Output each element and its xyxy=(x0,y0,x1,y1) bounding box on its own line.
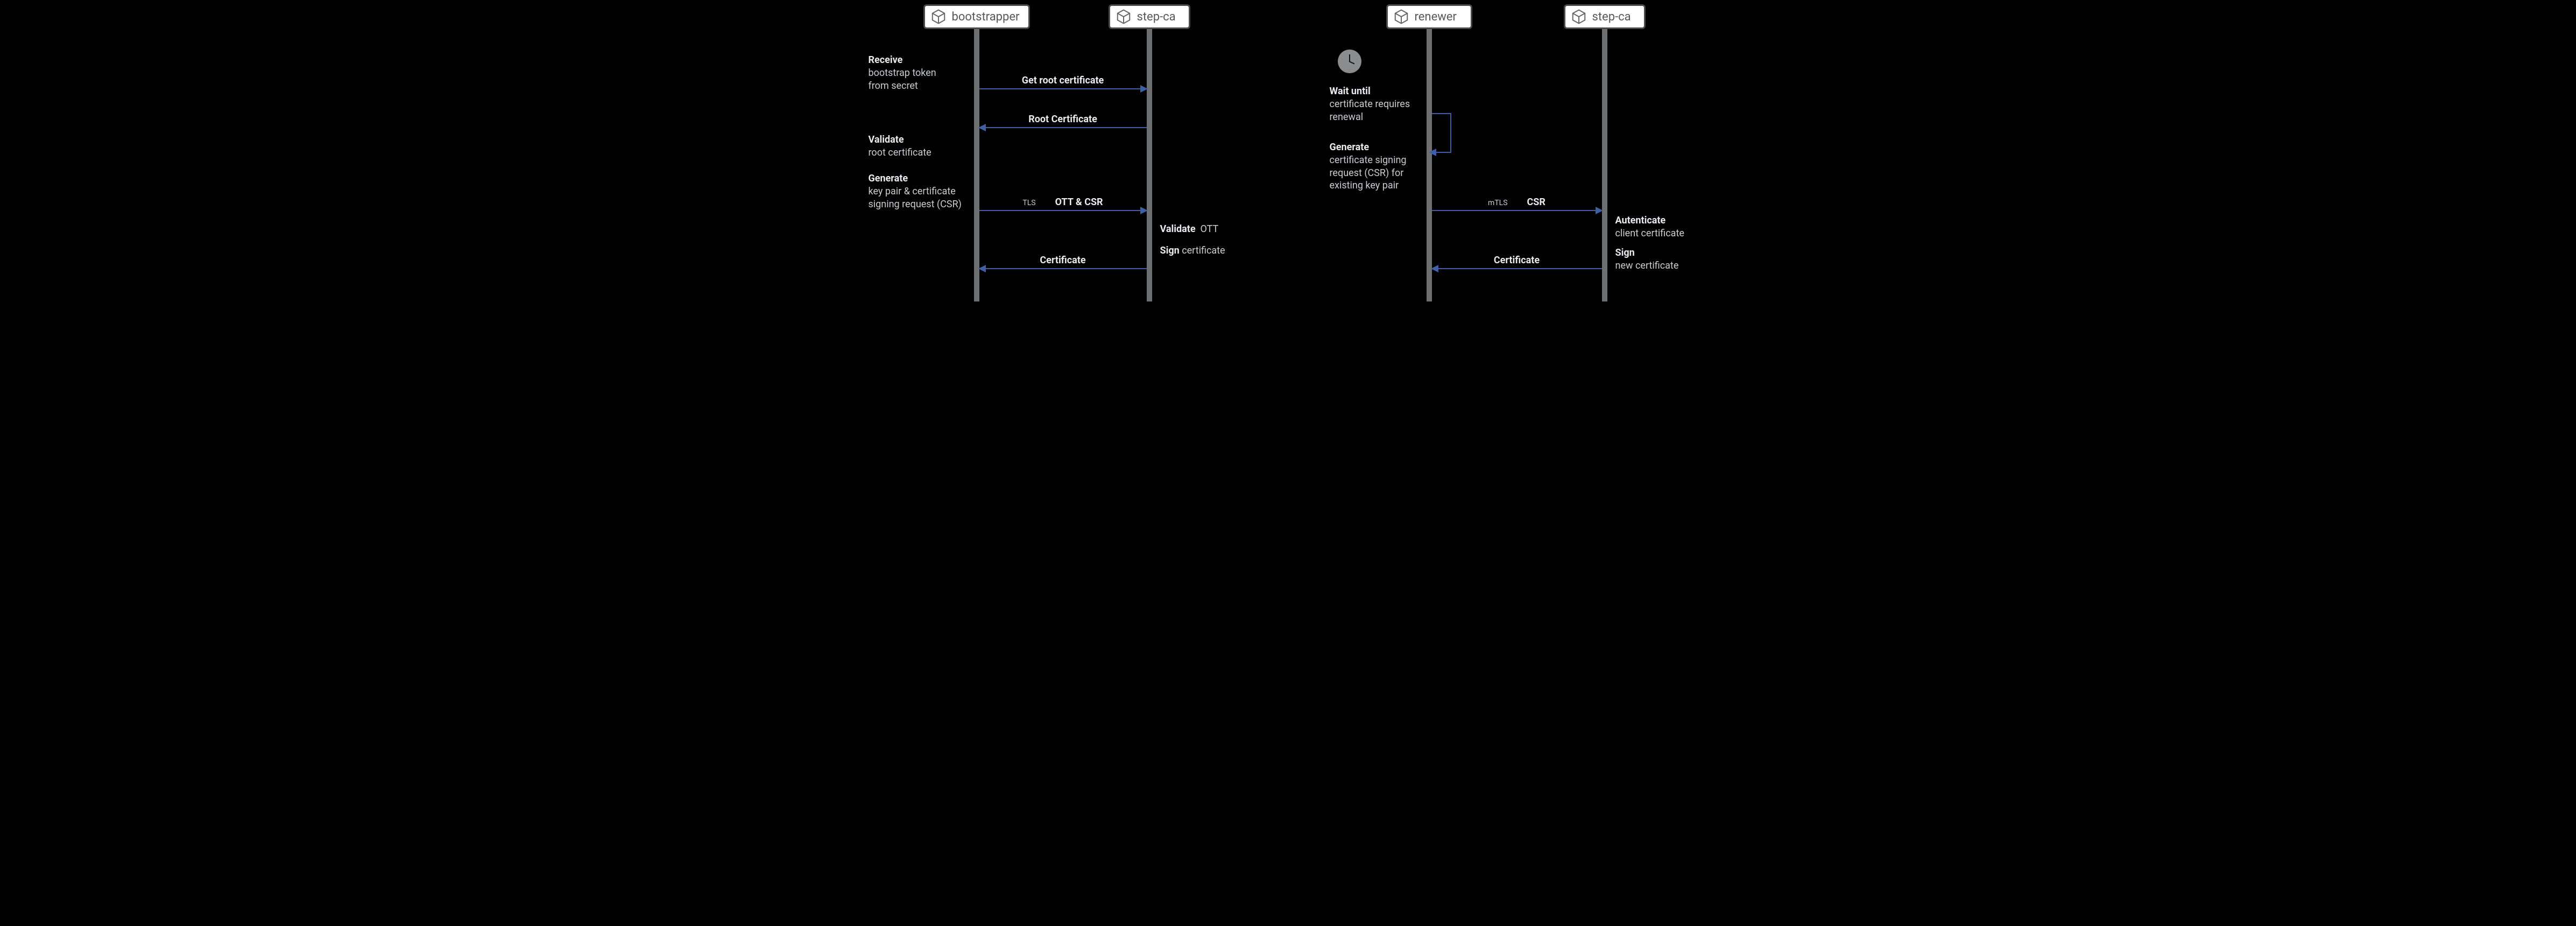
bootstrap-sequence: bootstrapper step-ca Receive bootstrap t… xyxy=(859,0,1284,309)
participant-label: bootstrapper xyxy=(951,10,1019,24)
note-sign-new: Sign new certificate xyxy=(1615,247,1679,272)
sequence-diagram: bootstrapper step-ca Receive bootstrap t… xyxy=(859,0,1718,309)
note-sign-cert: Sign certificate xyxy=(1160,244,1225,257)
arrow-get-root: Get root certificate xyxy=(979,88,1147,89)
arrow-ott-csr: TLSOTT & CSR xyxy=(979,210,1147,211)
cube-icon xyxy=(1393,9,1409,25)
lifeline-stepca-left xyxy=(1147,29,1152,301)
note-validate-root: Validate root certificate xyxy=(869,134,931,159)
note-validate-ott: Validate OTT xyxy=(1160,223,1219,236)
arrow-label: TLSOTT & CSR xyxy=(979,197,1147,208)
arrow-new-cert: Certificate xyxy=(1432,268,1602,269)
renewal-sequence: renewer step-ca Wait until certificate r… xyxy=(1295,0,1718,309)
participant-bootstrapper: bootstrapper xyxy=(923,4,1030,29)
arrow-label: Certificate xyxy=(979,255,1147,266)
note-generate-csr: Generate key pair & certificate signing … xyxy=(869,172,962,211)
participant-label: renewer xyxy=(1415,10,1457,24)
lifeline-stepca-right xyxy=(1602,29,1607,301)
note-generate: Generate certificate signing request (CS… xyxy=(1330,141,1407,192)
note-receive: Receive bootstrap token from secret xyxy=(869,54,936,92)
arrow-root-cert: Root Certificate xyxy=(979,127,1147,128)
cube-icon xyxy=(930,9,947,25)
note-authenticate: Autenticate client certificate xyxy=(1615,214,1684,240)
clock-icon xyxy=(1338,50,1361,73)
participant-stepca-left: step-ca xyxy=(1109,4,1190,29)
arrow-label: mTLSCSR xyxy=(1432,197,1602,208)
arrow-certificate: Certificate xyxy=(979,268,1147,269)
participant-renewer: renewer xyxy=(1386,4,1472,29)
arrow-label: Get root certificate xyxy=(979,75,1147,86)
arrow-label: Root Certificate xyxy=(979,114,1147,125)
cube-icon xyxy=(1571,9,1587,25)
self-message-wait xyxy=(1432,113,1453,156)
note-wait: Wait until certificate requires renewal xyxy=(1330,85,1410,123)
lifeline-bootstrapper xyxy=(974,29,979,301)
cube-icon xyxy=(1116,9,1132,25)
participant-label: step-ca xyxy=(1592,10,1631,24)
participant-stepca-right: step-ca xyxy=(1564,4,1646,29)
lifeline-renewer xyxy=(1427,29,1432,301)
arrow-label: Certificate xyxy=(1432,255,1602,266)
arrow-csr: mTLSCSR xyxy=(1432,210,1602,211)
participant-label: step-ca xyxy=(1137,10,1176,24)
